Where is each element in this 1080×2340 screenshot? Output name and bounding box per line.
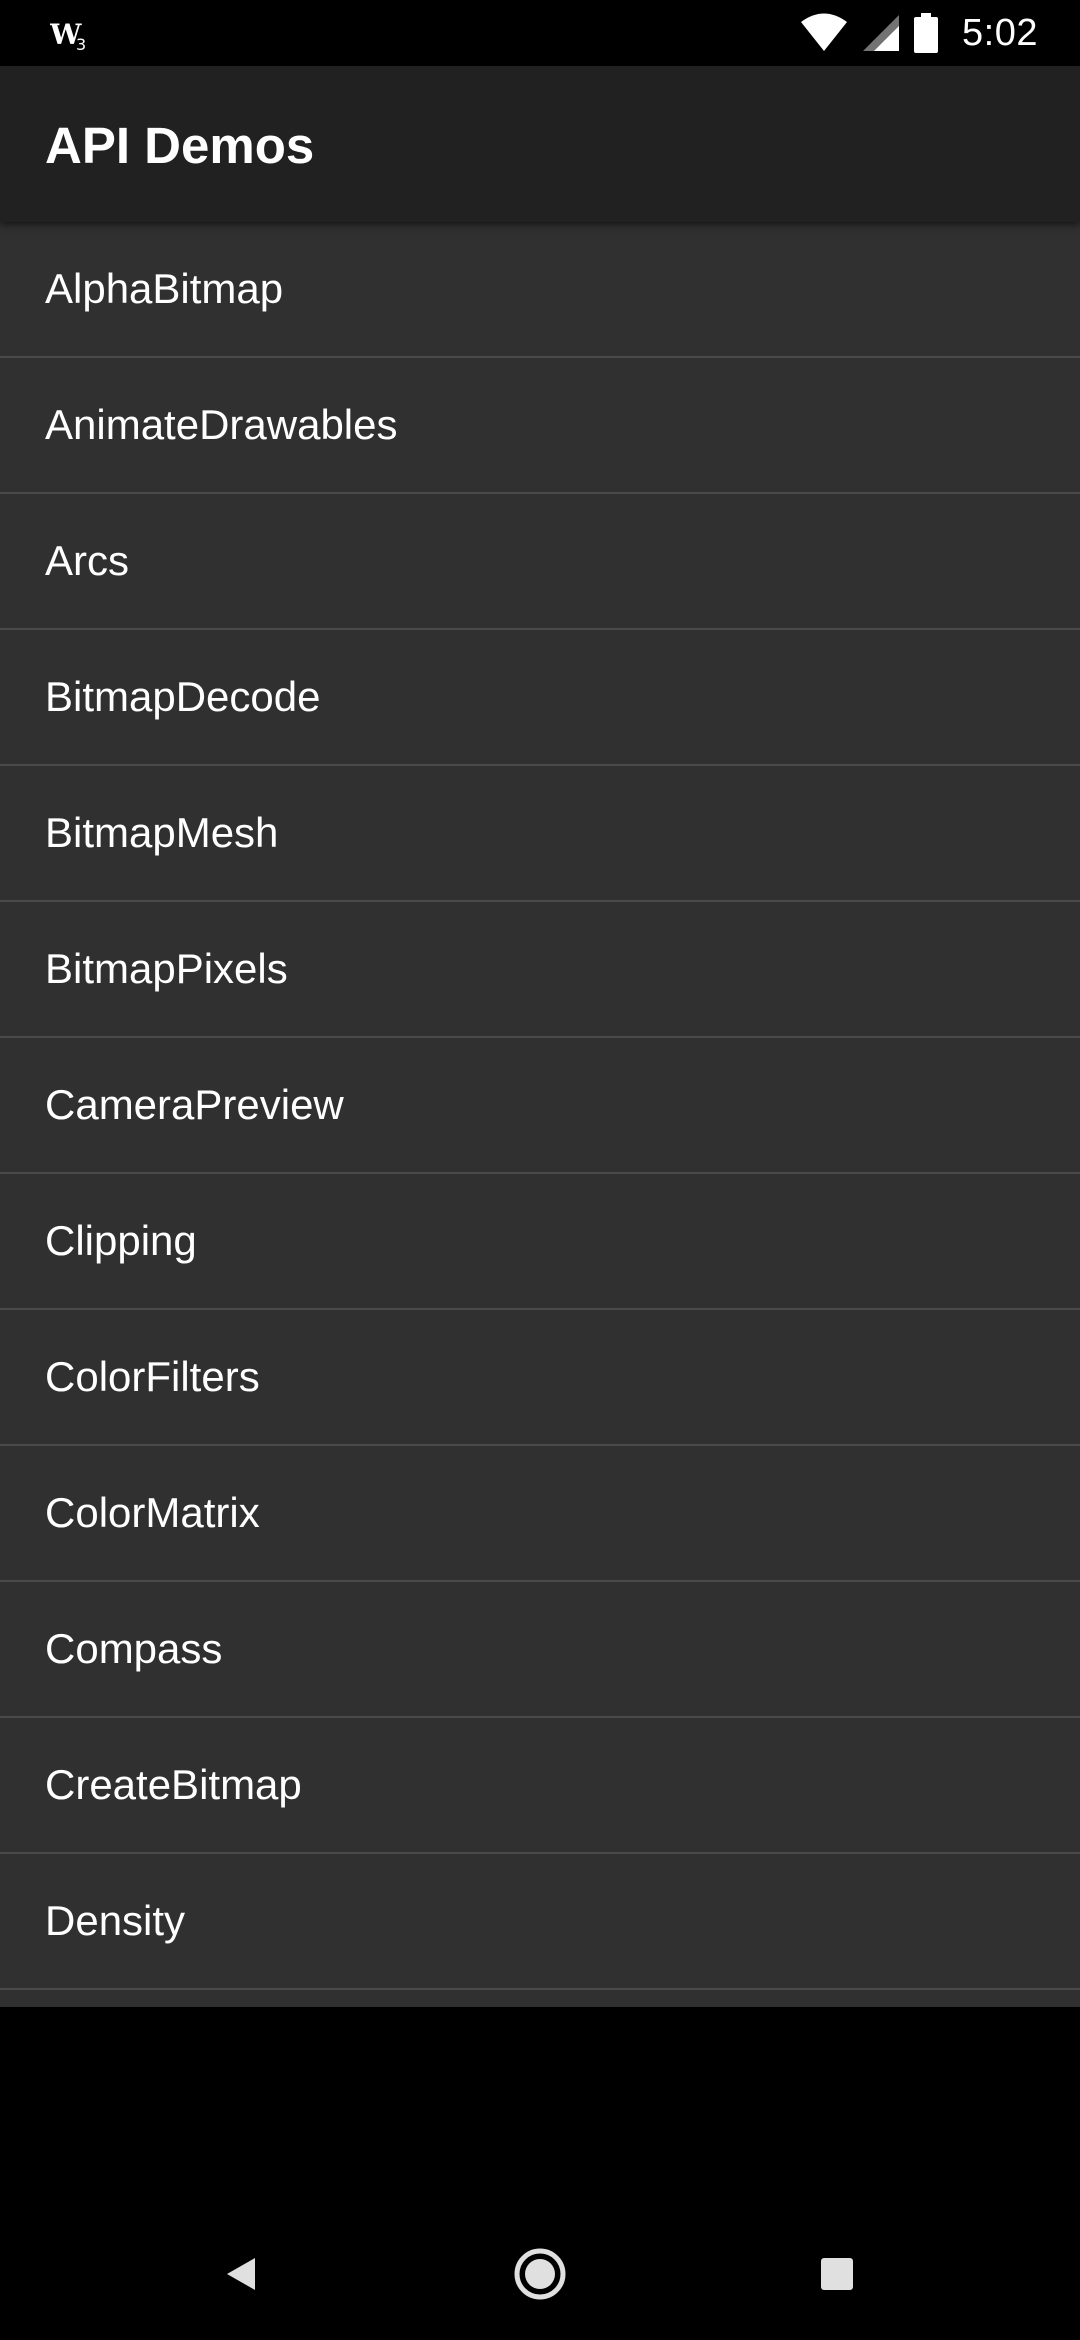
list-item-createbitmap[interactable]: CreateBitmap — [0, 1718, 1080, 1854]
list-item-label: BitmapMesh — [45, 809, 279, 856]
list-item-label: AlphaBitmap — [45, 265, 284, 312]
list-item-partial[interactable] — [0, 1990, 1080, 2007]
app-bar: API Demos — [0, 66, 1080, 222]
demo-list[interactable]: AlphaBitmap AnimateDrawables Arcs Bitmap… — [0, 222, 1080, 2007]
list-item-bitmapdecode[interactable]: BitmapDecode — [0, 630, 1080, 766]
list-item-animatedrawables[interactable]: AnimateDrawables — [0, 358, 1080, 494]
list-item-label: Compass — [45, 1625, 223, 1672]
list-item-label: CameraPreview — [45, 1081, 344, 1128]
wifi-icon — [801, 13, 848, 51]
list-item-label: CreateBitmap — [45, 1761, 302, 1808]
recents-button[interactable] — [771, 2208, 903, 2340]
signal-icon — [863, 15, 900, 51]
list-item-compass[interactable]: Compass — [0, 1582, 1080, 1718]
list-item-camerapreview[interactable]: CameraPreview — [0, 1038, 1080, 1174]
back-button[interactable] — [175, 2208, 307, 2340]
back-icon — [227, 2258, 255, 2290]
list-item-colormatrix[interactable]: ColorMatrix — [0, 1446, 1080, 1582]
status-icons: 5:02 — [800, 8, 1038, 58]
list-item-label: ColorMatrix — [45, 1489, 260, 1536]
home-icon — [514, 2248, 566, 2300]
list-item-clipping[interactable]: Clipping — [0, 1174, 1080, 1310]
list-item-label: BitmapDecode — [45, 673, 321, 720]
list-item-colorfilters[interactable]: ColorFilters — [0, 1310, 1080, 1446]
list-item-label: AnimateDrawables — [45, 401, 398, 448]
wifi-assistant-icon: W 3 — [50, 18, 86, 52]
list-item-density[interactable]: Density — [0, 1854, 1080, 1990]
list-item-label: Clipping — [45, 1217, 197, 1264]
navigation-bar — [0, 2208, 1080, 2340]
list-item-arcs[interactable]: Arcs — [0, 494, 1080, 630]
list-item-alphabitmap[interactable]: AlphaBitmap — [0, 222, 1080, 358]
status-bar: W 3 5:02 — [0, 0, 1080, 66]
list-item-label: BitmapPixels — [45, 945, 288, 992]
list-item-bitmappixels[interactable]: BitmapPixels — [0, 902, 1080, 1038]
battery-icon — [914, 13, 939, 53]
status-time: 5:02 — [962, 11, 1038, 54]
list-item-label: Arcs — [45, 537, 129, 584]
list-item-label: Density — [45, 1897, 186, 1944]
list-item-bitmapmesh[interactable]: BitmapMesh — [0, 766, 1080, 902]
svg-text:3: 3 — [76, 35, 86, 52]
home-button[interactable] — [474, 2208, 606, 2340]
list-item-label: ColorFilters — [45, 1353, 260, 1400]
recents-icon — [821, 2258, 853, 2290]
app-title: API Demos — [45, 117, 315, 174]
